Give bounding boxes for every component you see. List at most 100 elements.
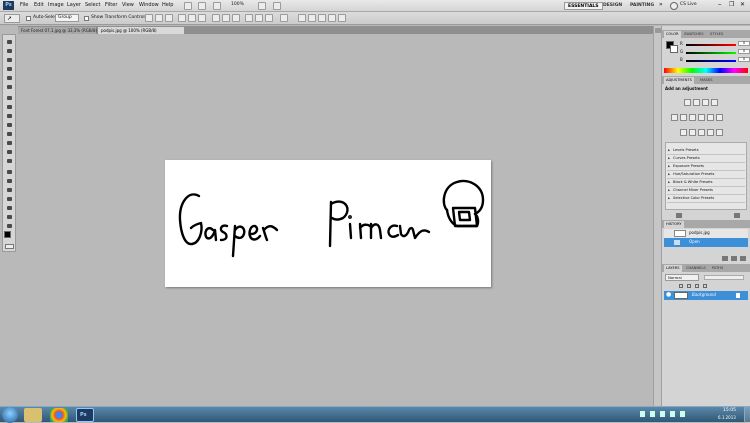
menu-view[interactable]: View xyxy=(122,3,134,8)
preset-levels[interactable]: Levels Presets xyxy=(667,147,745,155)
gradient-tool-icon[interactable] xyxy=(5,139,14,147)
tray-icon-3[interactable] xyxy=(660,411,665,417)
cs-live-icon[interactable] xyxy=(670,2,678,10)
tab-styles[interactable]: STYLES xyxy=(708,31,725,38)
maximize-button[interactable]: ❐ xyxy=(729,2,734,8)
more-workspaces-button[interactable]: » xyxy=(659,2,663,8)
menu-window[interactable]: Window xyxy=(139,3,159,8)
marquee-tool-icon[interactable] xyxy=(5,47,14,55)
align-bottom-icon[interactable] xyxy=(165,14,173,22)
history-open-row[interactable]: Open xyxy=(664,238,748,247)
distribute-right-icon[interactable] xyxy=(265,14,273,22)
history-new-document-icon[interactable] xyxy=(722,256,728,261)
blue-value-input[interactable]: 0 xyxy=(738,57,750,62)
red-value-input[interactable]: 0 xyxy=(738,41,750,46)
workspace-design[interactable]: DESIGN xyxy=(600,2,625,10)
clock-time[interactable]: 15:05 xyxy=(723,408,736,414)
distribute-bottom-icon[interactable] xyxy=(232,14,240,22)
tab-font-forest[interactable]: Font Forest 07.1.jpg @ 33,3% (RGB/8) xyxy=(18,27,97,34)
layer-visibility-eye-icon[interactable]: ● xyxy=(666,292,671,298)
preset-channel-mixer[interactable]: Channel Mixer Presets xyxy=(667,187,745,195)
hue-saturation-icon[interactable] xyxy=(680,114,687,121)
type-tool-icon[interactable] xyxy=(5,177,14,185)
lock-transparency-icon[interactable] xyxy=(679,284,683,288)
3d-object-tool-icon[interactable] xyxy=(5,204,14,212)
tab-channels[interactable]: CHANNELS xyxy=(684,265,708,272)
distribute-top-icon[interactable] xyxy=(212,14,220,22)
foreground-color-swatch[interactable] xyxy=(4,231,11,238)
crop-tool-icon[interactable] xyxy=(5,74,14,82)
hand-tool-icon[interactable] xyxy=(5,213,14,221)
black-white-icon[interactable] xyxy=(698,114,705,121)
dodge-tool-icon[interactable] xyxy=(5,157,14,165)
opacity-field[interactable] xyxy=(704,275,744,280)
3d-scale-icon[interactable] xyxy=(338,14,346,22)
tab-history[interactable]: HISTORY xyxy=(664,221,684,228)
auto-select-checkbox[interactable] xyxy=(26,16,31,21)
preset-black-white[interactable]: Black & White Presets xyxy=(667,179,745,187)
3d-roll-icon[interactable] xyxy=(308,14,316,22)
menu-select[interactable]: Select xyxy=(85,3,100,8)
green-slider[interactable] xyxy=(686,52,736,54)
eraser-tool-icon[interactable] xyxy=(5,130,14,138)
distribute-vcenter-icon[interactable] xyxy=(222,14,230,22)
channel-mixer-icon[interactable] xyxy=(716,114,723,121)
adjustments-delete-icon[interactable] xyxy=(734,213,740,218)
blue-slider[interactable] xyxy=(686,60,736,62)
3d-drag-icon[interactable] xyxy=(318,14,326,22)
brightness-contrast-icon[interactable] xyxy=(684,99,691,106)
color-balance-icon[interactable] xyxy=(689,114,696,121)
auto-select-dropdown[interactable]: Group xyxy=(55,14,79,22)
lasso-tool-icon[interactable] xyxy=(5,56,14,64)
network-icon[interactable] xyxy=(670,411,675,417)
align-right-icon[interactable] xyxy=(198,14,206,22)
exposure-icon[interactable] xyxy=(711,99,718,106)
explorer-taskbar-icon[interactable] xyxy=(24,408,42,422)
chrome-taskbar-icon[interactable] xyxy=(50,408,68,422)
vibrance-icon[interactable] xyxy=(671,114,678,121)
tab-paths[interactable]: PATHS xyxy=(710,265,725,272)
minimize-button[interactable]: – xyxy=(718,1,722,8)
menu-file[interactable]: File xyxy=(20,3,28,8)
launch-bridge-icon[interactable] xyxy=(184,2,192,10)
eyedropper-tool-icon[interactable] xyxy=(5,83,14,91)
3d-rotate-icon[interactable] xyxy=(298,14,306,22)
history-delete-icon[interactable] xyxy=(740,256,746,261)
menu-help[interactable]: Help xyxy=(162,3,173,8)
align-top-icon[interactable] xyxy=(145,14,153,22)
start-button[interactable] xyxy=(2,407,18,423)
tab-swatches[interactable]: SWATCHES xyxy=(682,31,706,38)
brush-tool-icon[interactable] xyxy=(5,103,14,111)
quick-mask-icon[interactable] xyxy=(5,244,14,249)
clone-stamp-tool-icon[interactable] xyxy=(5,112,14,120)
history-snapshot-row[interactable]: podpis.jpg xyxy=(664,229,748,238)
blur-tool-icon[interactable] xyxy=(5,148,14,156)
path-selection-tool-icon[interactable] xyxy=(5,186,14,194)
photoshop-logo[interactable]: Ps xyxy=(3,1,14,10)
workspace-painting[interactable]: PAINTING xyxy=(627,2,657,10)
align-vcenter-icon[interactable] xyxy=(155,14,163,22)
posterize-icon[interactable] xyxy=(689,129,696,136)
adjustments-footer-icon[interactable] xyxy=(676,213,682,218)
photo-filter-icon[interactable] xyxy=(707,114,714,121)
menu-filter[interactable]: Filter xyxy=(105,3,117,8)
pen-tool-icon[interactable] xyxy=(5,168,14,176)
close-button[interactable]: ✕ xyxy=(740,2,745,8)
healing-brush-tool-icon[interactable] xyxy=(5,94,14,102)
tab-podpis[interactable]: podpis.jpg @ 100% (RGB/8) xyxy=(98,27,184,34)
history-new-snapshot-icon[interactable] xyxy=(731,256,737,261)
invert-icon[interactable] xyxy=(680,129,687,136)
auto-align-layers-icon[interactable] xyxy=(280,14,288,22)
distribute-hcenter-icon[interactable] xyxy=(255,14,263,22)
green-value-input[interactable]: 0 xyxy=(738,49,750,54)
zoom-level-dropdown[interactable]: 100% xyxy=(231,2,244,8)
screen-mode-icon[interactable] xyxy=(273,2,281,10)
tab-masks[interactable]: MASKS xyxy=(698,77,714,84)
blend-mode-dropdown[interactable]: Normal xyxy=(665,274,699,281)
menu-image[interactable]: Image xyxy=(48,3,64,8)
cs-live-label[interactable]: CS Live xyxy=(680,2,697,8)
preset-exposure[interactable]: Exposure Presets xyxy=(667,163,745,171)
align-hcenter-icon[interactable] xyxy=(188,14,196,22)
layer-row-background[interactable]: ● Background xyxy=(664,291,748,300)
show-transform-checkbox[interactable] xyxy=(84,16,89,21)
